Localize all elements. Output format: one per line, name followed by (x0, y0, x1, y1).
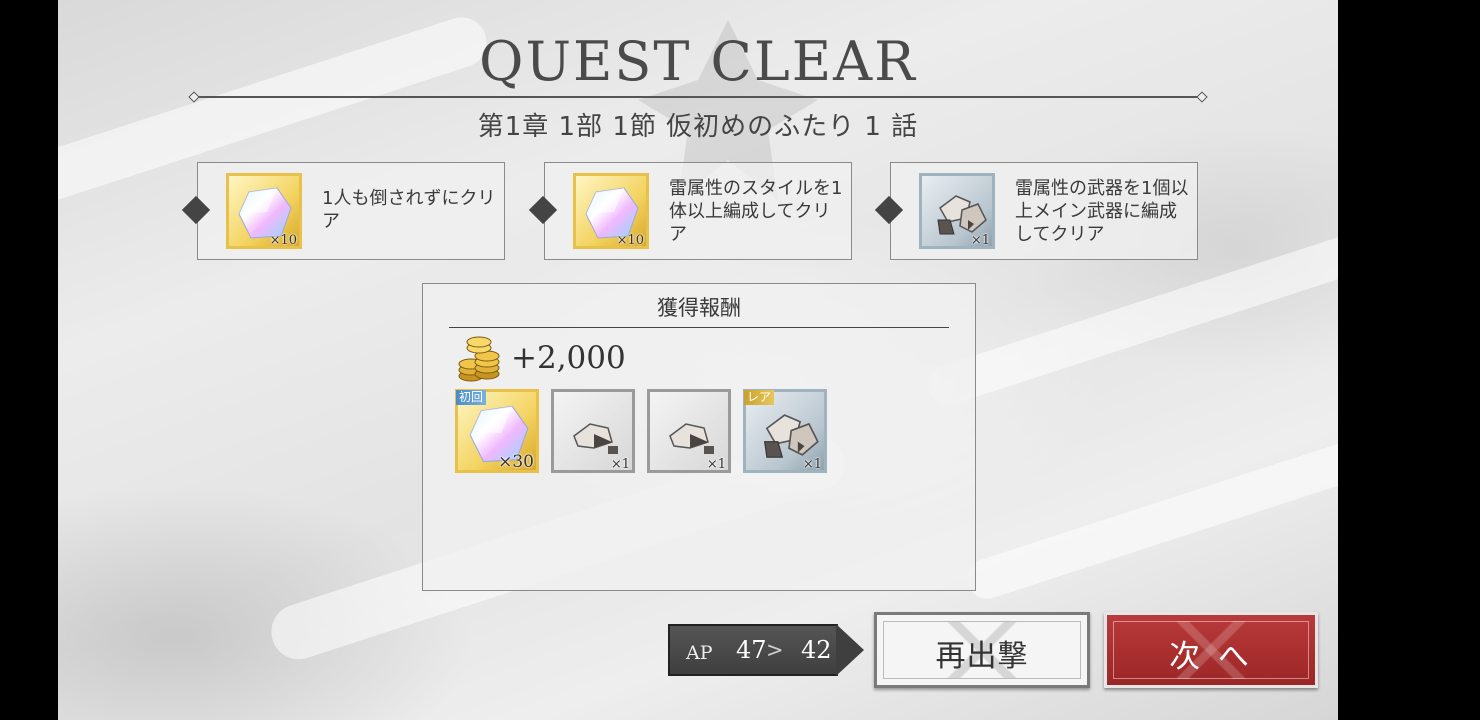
reward-quantity: ×1 (970, 233, 990, 248)
reward-quantity: ×10 (616, 233, 644, 248)
reward-quantity: ×1 (610, 457, 630, 472)
gold-coin-icon (458, 336, 500, 382)
mission-diamond-icon (874, 195, 904, 225)
background-brush-stroke (962, 436, 1338, 604)
crystal-icon[interactable]: 初回 ×30 (455, 389, 539, 473)
mission-diamond-icon (181, 195, 211, 225)
crystal-icon: ×10 (573, 173, 649, 249)
reward-divider (449, 327, 949, 328)
mission-card: ×1 雷属性の武器を1個以上メイン武器に編成してクリア (874, 162, 1198, 260)
letterbox-left (0, 0, 58, 720)
next-button-label: 次 へ (1169, 639, 1253, 675)
page-title: QUEST CLEAR (479, 30, 917, 93)
ap-pointer-icon (836, 624, 864, 676)
rare-badge: レア (744, 390, 775, 405)
next-button[interactable]: 次 へ (1104, 612, 1318, 688)
ap-label: AP (686, 642, 713, 664)
chapter-title: 第1章 1部 1節 仮初めのふたり 1 話 (477, 112, 919, 142)
mission-description: 雷属性の武器を1個以上メイン武器に編成してクリア (1015, 178, 1189, 245)
crystal-icon: ×10 (226, 173, 302, 249)
mission-diamond-icon (528, 195, 558, 225)
divider-end-ornament (1196, 91, 1208, 103)
reward-quantity: ×30 (498, 452, 534, 472)
mission-description: 1人も倒されずにクリア (322, 188, 496, 232)
ap-indicator: AP 47 > 42 (668, 624, 838, 676)
title-divider (193, 96, 1203, 98)
ore-icon[interactable]: ×1 (647, 389, 731, 473)
ore-icon[interactable]: レア ×1 (743, 389, 827, 473)
ap-before: 47 (736, 636, 767, 664)
retry-button-label: 再出撃 (935, 639, 1029, 674)
reward-quantity: ×1 (706, 457, 726, 472)
ore-icon: ×1 (919, 173, 995, 249)
reward-panel: 獲得報酬 +2,000 初回 ×30 ×1 ×1 レア ×1 (422, 283, 976, 591)
ap-after: 42 (801, 636, 832, 664)
reward-quantity: ×10 (269, 233, 297, 248)
mission-description: 雷属性のスタイルを1体以上編成してクリア (669, 178, 843, 245)
letterbox-right (1338, 0, 1480, 720)
retry-button[interactable]: 再出撃 (874, 612, 1090, 688)
quest-result-screen: QUEST CLEAR 第1章 1部 1節 仮初めのふたり 1 話 ×10 1人… (58, 0, 1338, 720)
ap-arrow-icon: > (766, 638, 784, 662)
reward-quantity: ×1 (802, 457, 822, 472)
mission-card: ×10 雷属性のスタイルを1体以上編成してクリア (528, 162, 852, 260)
reward-header: 獲得報酬 (657, 296, 741, 320)
ore-icon[interactable]: ×1 (551, 389, 635, 473)
first-clear-badge: 初回 (456, 390, 487, 405)
mission-card: ×10 1人も倒されずにクリア (181, 162, 505, 260)
gold-amount: +2,000 (511, 340, 626, 376)
